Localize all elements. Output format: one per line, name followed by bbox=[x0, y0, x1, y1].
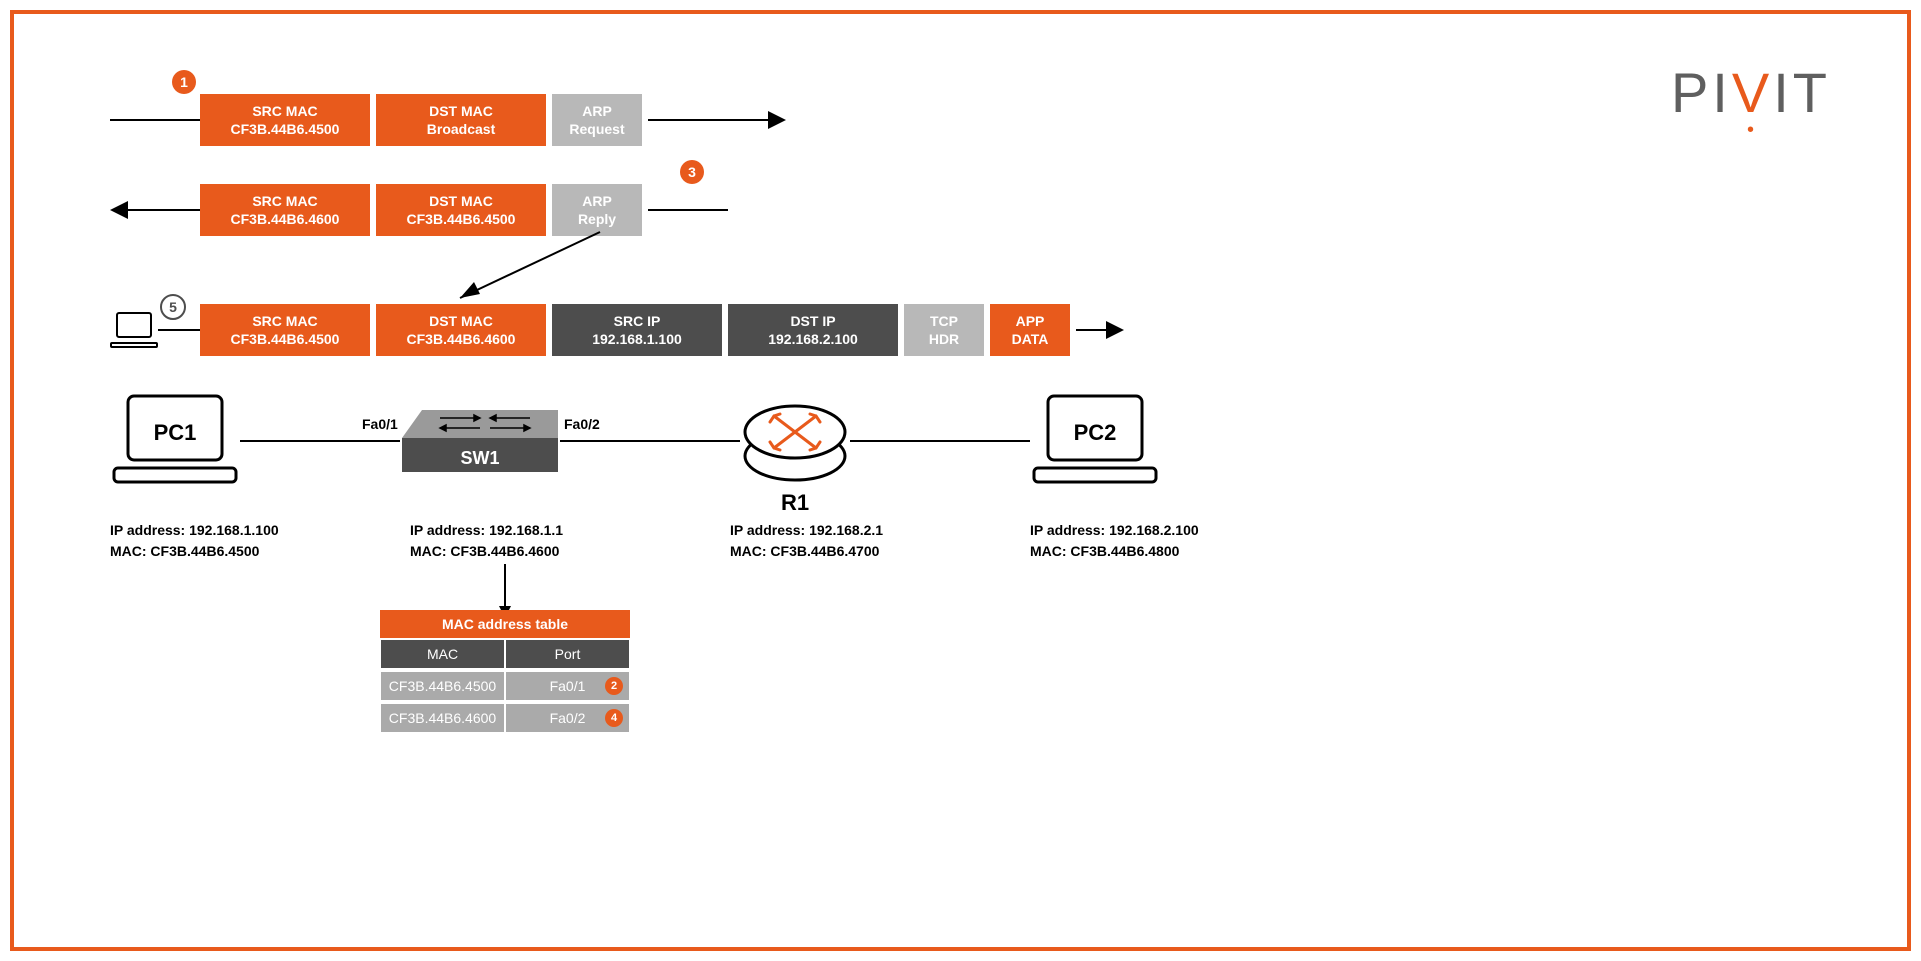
arp-request-box: ARPRequest bbox=[552, 94, 642, 146]
src-mac-box: SRC MACCF3B.44B6.4500 bbox=[200, 304, 370, 356]
link-sw1-r1 bbox=[560, 440, 740, 442]
r1-icon bbox=[740, 392, 850, 492]
pc1-ip: IP address: 192.168.1.100 bbox=[110, 520, 279, 541]
port-fa02: Fa0/2 bbox=[564, 416, 600, 432]
port-cell: Fa0/1 2 bbox=[506, 672, 629, 700]
mac-table-row: CF3B.44B6.4600 Fa0/2 4 bbox=[380, 702, 630, 734]
pc2-mac: MAC: CF3B.44B6.4800 bbox=[1030, 541, 1199, 562]
pivit-logo: PIV•IT bbox=[1671, 60, 1831, 125]
step-3-bubble: 3 bbox=[680, 160, 704, 184]
mac-table-title: MAC address table bbox=[380, 610, 630, 638]
src-mac-box: SRC MACCF3B.44B6.4600 bbox=[200, 184, 370, 236]
dst-ip-box: DST IP192.168.2.100 bbox=[728, 304, 898, 356]
port-col-header: Port bbox=[506, 640, 629, 668]
logo-dot: • bbox=[1747, 119, 1758, 142]
r1-ip: IP address: 192.168.2.1 bbox=[730, 520, 883, 541]
mac-table-header-row: MAC Port bbox=[380, 638, 630, 670]
pc2-label: PC2 bbox=[1030, 420, 1160, 446]
src-mac-box: SRC MACCF3B.44B6.4500 bbox=[200, 94, 370, 146]
logo-v: V• bbox=[1732, 61, 1773, 124]
laptop-icon bbox=[110, 312, 158, 348]
pc1-mac: MAC: CF3B.44B6.4500 bbox=[110, 541, 279, 562]
step-1-bubble: 1 bbox=[172, 70, 196, 94]
step-2-bubble: 2 bbox=[605, 677, 623, 695]
port-cell: Fa0/2 4 bbox=[506, 704, 629, 732]
port-fa01: Fa0/1 bbox=[362, 416, 398, 432]
r1-info: IP address: 192.168.2.1 MAC: CF3B.44B6.4… bbox=[730, 520, 883, 562]
sw1-mac: MAC: CF3B.44B6.4600 bbox=[410, 541, 563, 562]
mac-cell: CF3B.44B6.4600 bbox=[381, 704, 504, 732]
r1-mac: MAC: CF3B.44B6.4700 bbox=[730, 541, 883, 562]
line bbox=[648, 209, 728, 211]
arp-reply-row: 3 SRC MACCF3B.44B6.4600 DST MACCF3B.44B6… bbox=[110, 180, 728, 240]
dst-mac-box: DST MACCF3B.44B6.4600 bbox=[376, 304, 546, 356]
sw1-label: SW1 bbox=[400, 448, 560, 469]
tcp-hdr-box: TCPHDR bbox=[904, 304, 984, 356]
sw1-info: IP address: 192.168.1.1 MAC: CF3B.44B6.4… bbox=[410, 520, 563, 562]
line bbox=[648, 119, 768, 121]
logo-suffix: IT bbox=[1773, 61, 1831, 124]
pc1-info: IP address: 192.168.1.100 MAC: CF3B.44B6… bbox=[110, 520, 279, 562]
arrow-right-icon bbox=[768, 111, 786, 129]
pc2-info: IP address: 192.168.2.100 MAC: CF3B.44B6… bbox=[1030, 520, 1199, 562]
pc1-label: PC1 bbox=[110, 420, 240, 446]
mac-table-row: CF3B.44B6.4500 Fa0/1 2 bbox=[380, 670, 630, 702]
logo-prefix: PI bbox=[1671, 61, 1732, 124]
step-4-bubble: 4 bbox=[605, 709, 623, 727]
mac-cell: CF3B.44B6.4500 bbox=[381, 672, 504, 700]
line bbox=[110, 119, 200, 121]
link-pc1-sw1 bbox=[240, 440, 400, 442]
full-packet-row: 5 SRC MACCF3B.44B6.4500 DST MACCF3B.44B6… bbox=[110, 300, 1124, 360]
mac-address-table: MAC address table MAC Port CF3B.44B6.450… bbox=[380, 610, 630, 734]
step-5-bubble: 5 bbox=[160, 294, 186, 320]
mac-col-header: MAC bbox=[381, 640, 504, 668]
outer-frame bbox=[10, 10, 1911, 951]
arrow-left-icon bbox=[110, 201, 128, 219]
src-ip-box: SRC IP192.168.1.100 bbox=[552, 304, 722, 356]
pc2-ip: IP address: 192.168.2.100 bbox=[1030, 520, 1199, 541]
r1-label: R1 bbox=[740, 490, 850, 516]
arrow-right-icon bbox=[1106, 321, 1124, 339]
line bbox=[158, 329, 200, 331]
arp-request-row: 1 SRC MACCF3B.44B6.4500 DST MACBroadcast… bbox=[110, 90, 786, 150]
dst-mac-box: DST MACBroadcast bbox=[376, 94, 546, 146]
sw1-icon bbox=[400, 406, 560, 486]
line bbox=[128, 209, 200, 211]
sw1-ip: IP address: 192.168.1.1 bbox=[410, 520, 563, 541]
app-data-box: APPDATA bbox=[990, 304, 1070, 356]
line bbox=[1076, 329, 1106, 331]
link-r1-pc2 bbox=[850, 440, 1030, 442]
